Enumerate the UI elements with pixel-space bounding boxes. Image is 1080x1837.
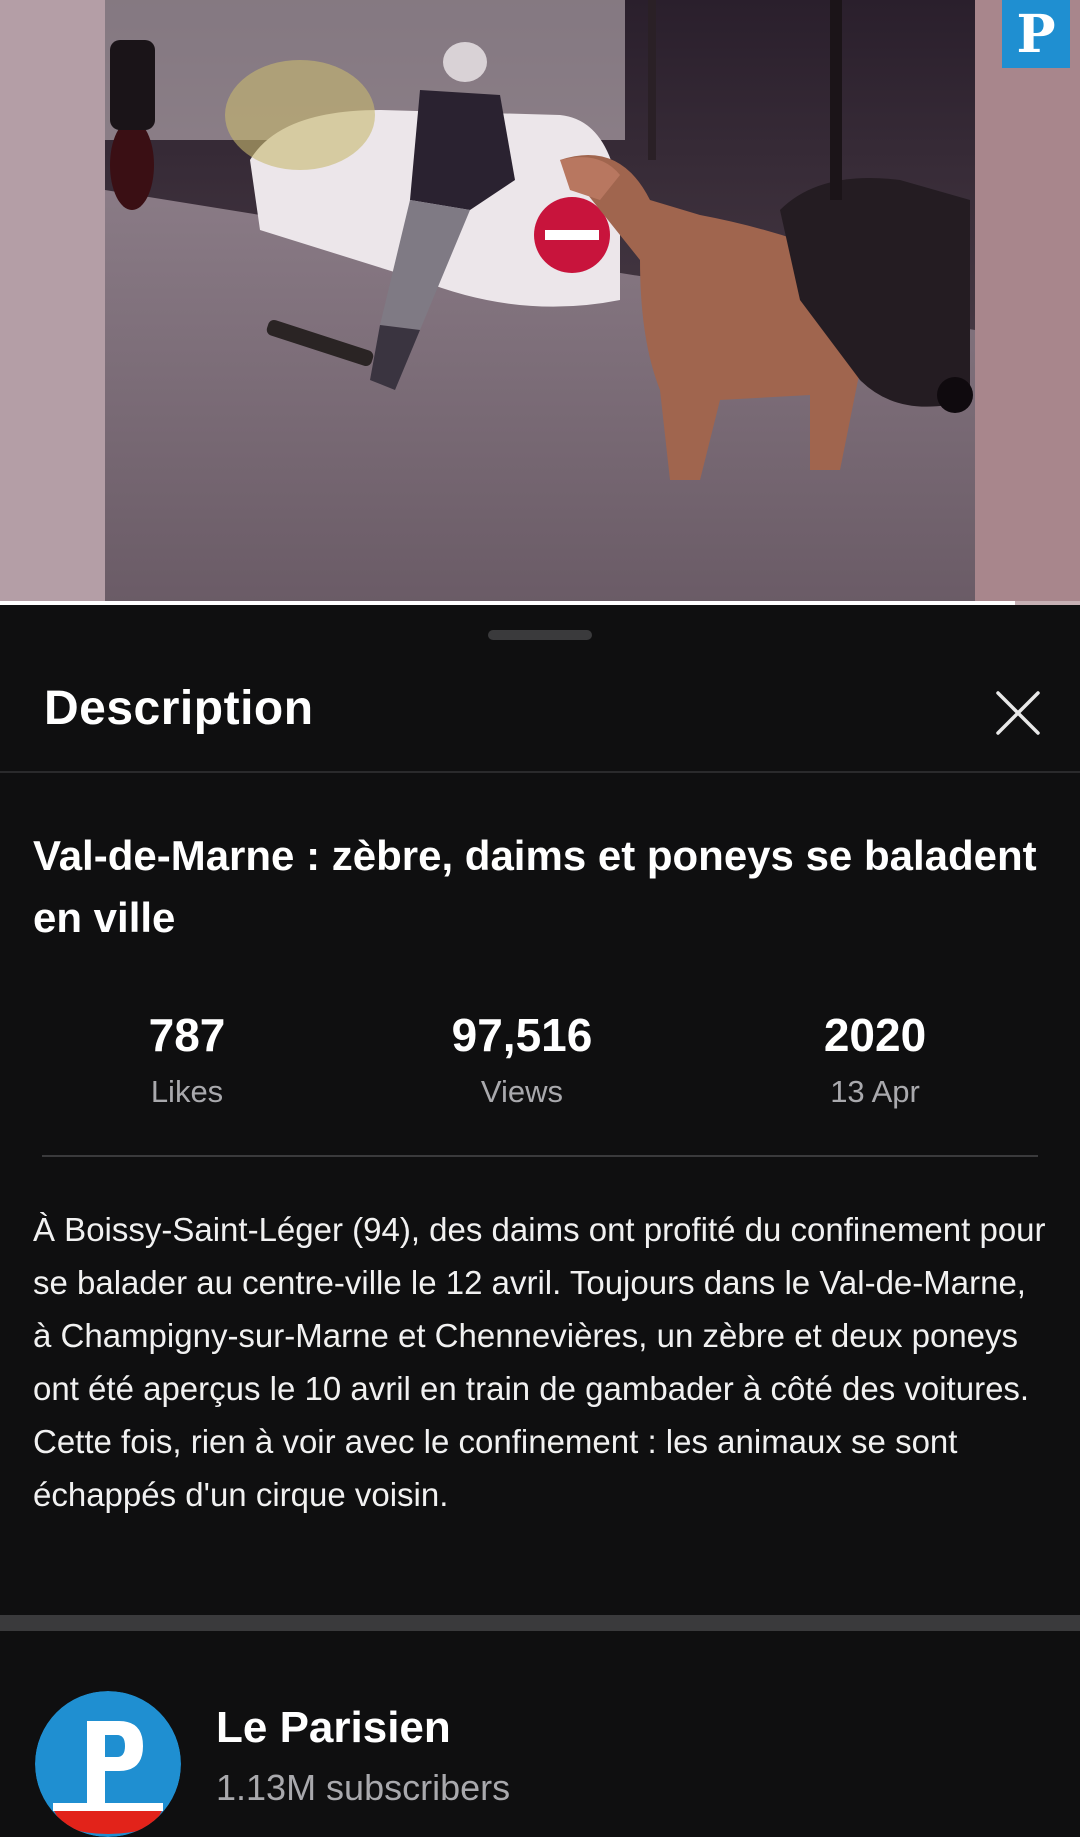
views-label: Views xyxy=(480,1074,564,1109)
le-parisien-logo-icon xyxy=(35,1691,181,1837)
section-separator xyxy=(0,1615,1080,1631)
watermark-letter: P xyxy=(1016,3,1056,65)
video-stats: 787 Likes 97,516 Views 2020 13 Apr xyxy=(0,1005,1080,1115)
channel-name[interactable]: Le Parisien xyxy=(216,1703,451,1753)
channel-row[interactable]: Le Parisien 1.13M subscribers xyxy=(0,1631,1080,1837)
views-count: 97,516 xyxy=(451,1009,593,1061)
drag-handle[interactable] xyxy=(488,630,592,640)
video-frame xyxy=(0,0,1080,605)
stat-views: 97,516 Views xyxy=(392,1005,652,1115)
publish-year: 2020 xyxy=(823,1009,927,1061)
channel-avatar[interactable] xyxy=(35,1691,181,1837)
sheet-header: Description xyxy=(0,645,1080,773)
close-button[interactable] xyxy=(986,681,1050,745)
channel-watermark: P xyxy=(1002,0,1070,68)
sheet-title: Description xyxy=(44,682,314,735)
description-sheet: Description Val-de-Marne : zèbre, daims … xyxy=(0,605,1080,1837)
stat-likes: 787 Likes xyxy=(57,1005,317,1115)
video-player[interactable]: P xyxy=(0,0,1080,605)
likes-label: Likes xyxy=(150,1074,224,1109)
description-text: À Boissy-Saint-Léger (94), des daims ont… xyxy=(33,1211,1046,1513)
video-title: Val-de-Marne : zèbre, daims et poneys se… xyxy=(33,832,1037,941)
subscriber-count: 1.13M subscribers xyxy=(216,1767,511,1808)
likes-count: 787 xyxy=(148,1009,226,1061)
close-icon xyxy=(996,691,1040,735)
divider xyxy=(42,1155,1038,1157)
stat-date: 2020 13 Apr xyxy=(745,1005,1005,1115)
publish-date: 13 Apr xyxy=(830,1074,920,1109)
